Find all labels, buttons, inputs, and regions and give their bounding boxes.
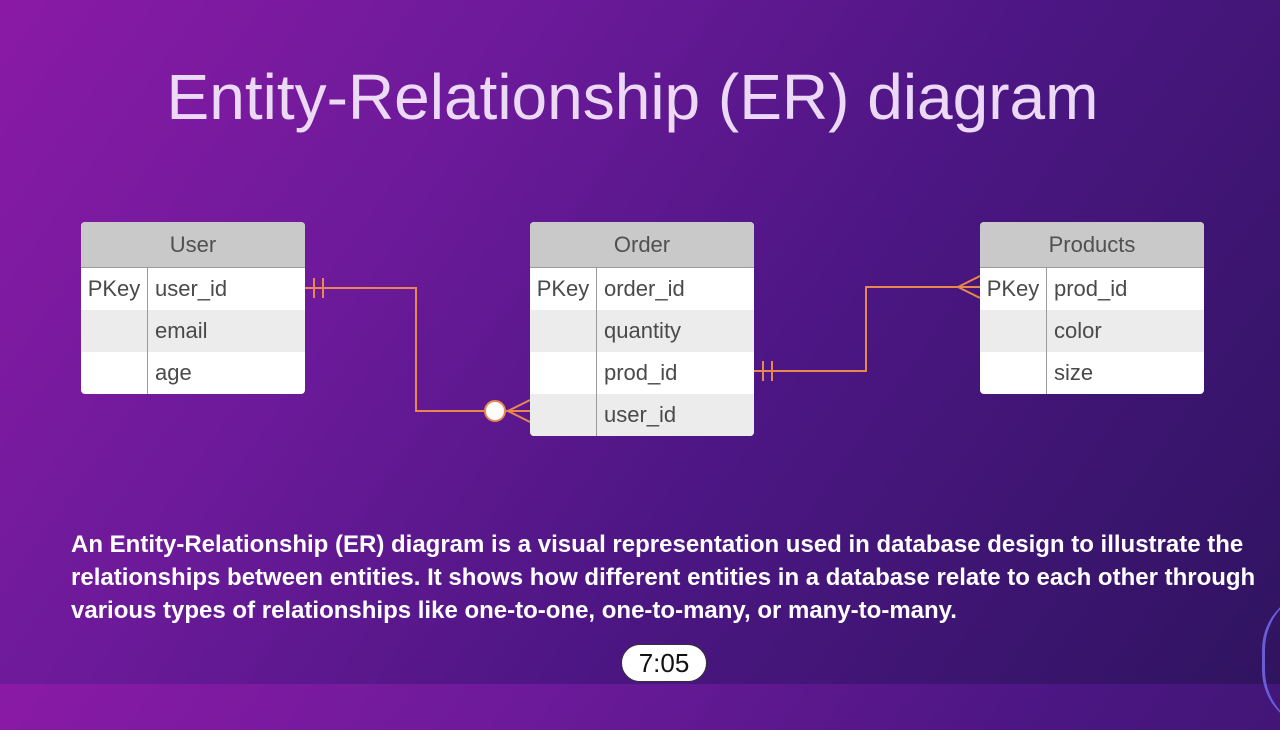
entity-products-header: Products [980, 222, 1204, 268]
table-row: color [980, 310, 1204, 352]
key-cell [81, 352, 148, 394]
video-timestamp[interactable]: 7:05 [621, 644, 707, 682]
field-cell: age [155, 360, 192, 385]
zero-marker-order [484, 400, 506, 422]
field-cell: order_id [604, 276, 685, 301]
entity-order[interactable]: Order PKey order_id quantity prod_id use… [530, 222, 754, 436]
key-cell: PKey [980, 268, 1047, 310]
key-cell [81, 310, 148, 352]
table-row: prod_id [530, 352, 754, 394]
field-cell: prod_id [1054, 276, 1128, 301]
field-cell: user_id [604, 402, 677, 427]
table-row: PKey prod_id [980, 268, 1204, 310]
entity-products[interactable]: Products PKey prod_id color size [980, 222, 1204, 394]
table-row: quantity [530, 310, 754, 352]
field-cell: color [1054, 318, 1102, 343]
field-cell: prod_id [604, 360, 678, 385]
table-row: age [81, 352, 305, 394]
description-text: An Entity-Relationship (ER) diagram is a… [71, 531, 1256, 624]
table-row: PKey order_id [530, 268, 754, 310]
connector-order-products [754, 286, 980, 372]
table-row: PKey user_id [81, 268, 305, 310]
field-cell: size [1054, 360, 1094, 385]
field-cell: user_id [155, 276, 228, 301]
key-cell: PKey [530, 268, 597, 310]
crowfoot-products [957, 275, 981, 288]
key-cell: PKey [81, 268, 148, 310]
field-cell: email [155, 318, 208, 343]
key-cell [530, 394, 597, 436]
table-row: user_id [530, 394, 754, 436]
entity-user[interactable]: User PKey user_id email age [81, 222, 305, 394]
key-cell [530, 352, 597, 394]
key-cell [980, 310, 1047, 352]
entity-order-header: Order [530, 222, 754, 268]
key-cell [980, 352, 1047, 394]
field-cell: quantity [604, 318, 682, 343]
key-cell [530, 310, 597, 352]
entity-user-header: User [81, 222, 305, 268]
table-row: size [980, 352, 1204, 394]
table-row: email [81, 310, 305, 352]
connector-user-order [305, 287, 530, 412]
crowfoot-order-user [507, 399, 531, 412]
